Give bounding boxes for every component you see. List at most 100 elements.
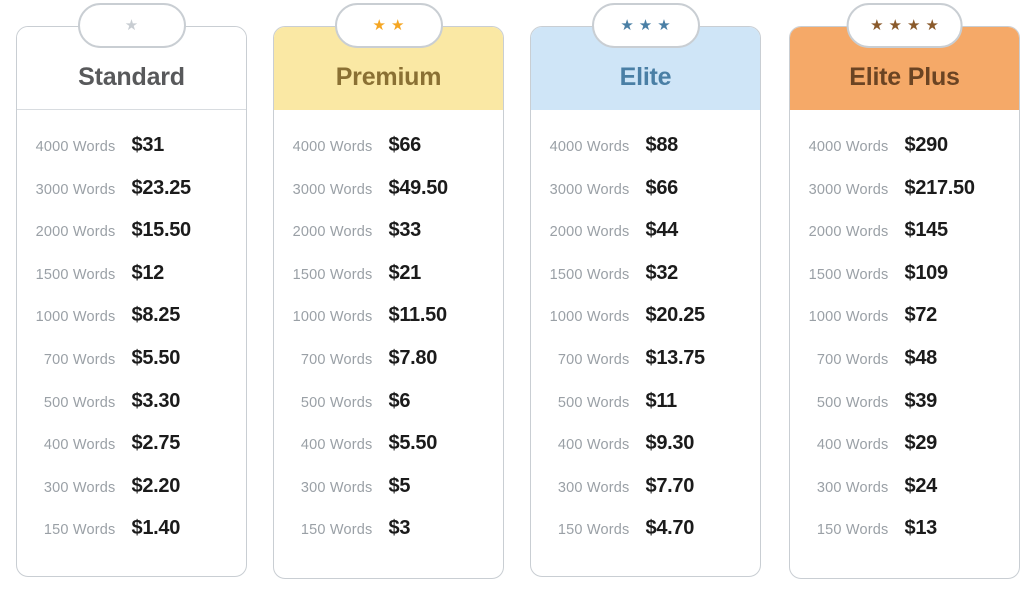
tier-word-count: 3000 Words	[549, 182, 646, 198]
tier-price: $11.50	[389, 304, 486, 327]
tier-word-count: 700 Words	[292, 352, 389, 368]
tier-price: $72	[905, 304, 1002, 327]
tier-row[interactable]: 150 Words$13	[808, 517, 1001, 560]
tier-word-count: 500 Words	[35, 395, 132, 411]
plan-title: Elite Plus	[849, 47, 960, 90]
tier-row[interactable]: 700 Words$48	[808, 347, 1001, 390]
tier-row[interactable]: 400 Words$29	[808, 432, 1001, 475]
tier-price: $2.20	[132, 475, 229, 498]
tier-row[interactable]: 1000 Words$20.25	[549, 304, 742, 347]
tier-price: $5	[389, 475, 486, 498]
tier-word-count: 4000 Words	[35, 139, 132, 155]
tier-row[interactable]: 150 Words$1.40	[35, 517, 228, 560]
tier-row[interactable]: 3000 Words$66	[549, 177, 742, 220]
tier-row[interactable]: 300 Words$24	[808, 475, 1001, 518]
tier-list: 4000 Words$2903000 Words$217.502000 Word…	[790, 110, 1019, 560]
tier-price: $4.70	[646, 517, 743, 540]
tier-price: $32	[646, 262, 743, 285]
tier-row[interactable]: 500 Words$6	[292, 390, 485, 433]
tier-row[interactable]: 300 Words$5	[292, 475, 485, 518]
tier-price: $2.75	[132, 432, 229, 455]
tier-row[interactable]: 3000 Words$217.50	[808, 177, 1001, 220]
tier-price: $3	[389, 517, 486, 540]
tier-word-count: 400 Words	[808, 437, 905, 453]
tier-word-count: 1000 Words	[35, 309, 132, 325]
tier-price: $39	[905, 390, 1002, 413]
tier-price: $29	[905, 432, 1002, 455]
tier-price: $8.25	[132, 304, 229, 327]
plan-rating-badge: ★★★★	[846, 3, 963, 48]
tier-word-count: 300 Words	[292, 480, 389, 496]
tier-price: $109	[905, 262, 1002, 285]
tier-row[interactable]: 2000 Words$33	[292, 219, 485, 262]
tier-price: $7.70	[646, 475, 743, 498]
tier-row[interactable]: 1000 Words$8.25	[35, 304, 228, 347]
tier-row[interactable]: 1500 Words$109	[808, 262, 1001, 305]
tier-word-count: 1500 Words	[35, 267, 132, 283]
tier-word-count: 1000 Words	[808, 309, 905, 325]
tier-row[interactable]: 3000 Words$23.25	[35, 177, 228, 220]
tier-price: $44	[646, 219, 743, 242]
star-icon: ★	[373, 18, 386, 33]
tier-word-count: 3000 Words	[35, 182, 132, 198]
tier-price: $3.30	[132, 390, 229, 413]
tier-row[interactable]: 700 Words$5.50	[35, 347, 228, 390]
tier-row[interactable]: 150 Words$4.70	[549, 517, 742, 560]
tier-row[interactable]: 4000 Words$88	[549, 134, 742, 177]
tier-word-count: 150 Words	[808, 522, 905, 538]
pricing-card-standard[interactable]: ★Standard4000 Words$313000 Words$23.2520…	[16, 26, 247, 577]
tier-row[interactable]: 500 Words$3.30	[35, 390, 228, 433]
tier-row[interactable]: 4000 Words$31	[35, 134, 228, 177]
pricing-card-elite-plus[interactable]: ★★★★Elite Plus4000 Words$2903000 Words$2…	[789, 26, 1020, 579]
tier-word-count: 2000 Words	[808, 224, 905, 240]
tier-price: $9.30	[646, 432, 743, 455]
tier-row[interactable]: 300 Words$2.20	[35, 475, 228, 518]
tier-row[interactable]: 300 Words$7.70	[549, 475, 742, 518]
tier-price: $31	[132, 134, 229, 157]
tier-price: $5.50	[389, 432, 486, 455]
pricing-card-premium[interactable]: ★★Premium4000 Words$663000 Words$49.5020…	[273, 26, 504, 579]
pricing-table: ★Standard4000 Words$313000 Words$23.2520…	[0, 0, 1024, 591]
tier-row[interactable]: 1000 Words$72	[808, 304, 1001, 347]
tier-row[interactable]: 700 Words$7.80	[292, 347, 485, 390]
tier-row[interactable]: 150 Words$3	[292, 517, 485, 560]
tier-word-count: 300 Words	[549, 480, 646, 496]
tier-row[interactable]: 400 Words$5.50	[292, 432, 485, 475]
tier-word-count: 2000 Words	[549, 224, 646, 240]
tier-word-count: 150 Words	[292, 522, 389, 538]
tier-word-count: 400 Words	[292, 437, 389, 453]
tier-row[interactable]: 1500 Words$21	[292, 262, 485, 305]
tier-row[interactable]: 700 Words$13.75	[549, 347, 742, 390]
tier-list: 4000 Words$883000 Words$662000 Words$441…	[531, 110, 760, 560]
star-icon: ★	[639, 18, 652, 33]
star-icon: ★	[925, 18, 938, 33]
tier-price: $23.25	[132, 177, 229, 200]
tier-row[interactable]: 2000 Words$145	[808, 219, 1001, 262]
plan-rating-badge: ★	[78, 3, 186, 48]
tier-price: $48	[905, 347, 1002, 370]
tier-row[interactable]: 1500 Words$32	[549, 262, 742, 305]
tier-word-count: 2000 Words	[292, 224, 389, 240]
tier-row[interactable]: 400 Words$2.75	[35, 432, 228, 475]
tier-price: $217.50	[905, 177, 1002, 200]
tier-row[interactable]: 400 Words$9.30	[549, 432, 742, 475]
pricing-card-elite[interactable]: ★★★Elite4000 Words$883000 Words$662000 W…	[530, 26, 761, 577]
tier-row[interactable]: 2000 Words$15.50	[35, 219, 228, 262]
tier-word-count: 700 Words	[808, 352, 905, 368]
tier-row[interactable]: 2000 Words$44	[549, 219, 742, 262]
tier-word-count: 400 Words	[549, 437, 646, 453]
tier-word-count: 300 Words	[808, 480, 905, 496]
tier-row[interactable]: 1000 Words$11.50	[292, 304, 485, 347]
tier-row[interactable]: 500 Words$11	[549, 390, 742, 433]
star-icon: ★	[889, 18, 902, 33]
tier-row[interactable]: 4000 Words$66	[292, 134, 485, 177]
tier-row[interactable]: 500 Words$39	[808, 390, 1001, 433]
tier-word-count: 1500 Words	[808, 267, 905, 283]
tier-price: $49.50	[389, 177, 486, 200]
tier-price: $12	[132, 262, 229, 285]
tier-row[interactable]: 4000 Words$290	[808, 134, 1001, 177]
tier-row[interactable]: 1500 Words$12	[35, 262, 228, 305]
tier-row[interactable]: 3000 Words$49.50	[292, 177, 485, 220]
tier-price: $1.40	[132, 517, 229, 540]
tier-word-count: 500 Words	[292, 395, 389, 411]
